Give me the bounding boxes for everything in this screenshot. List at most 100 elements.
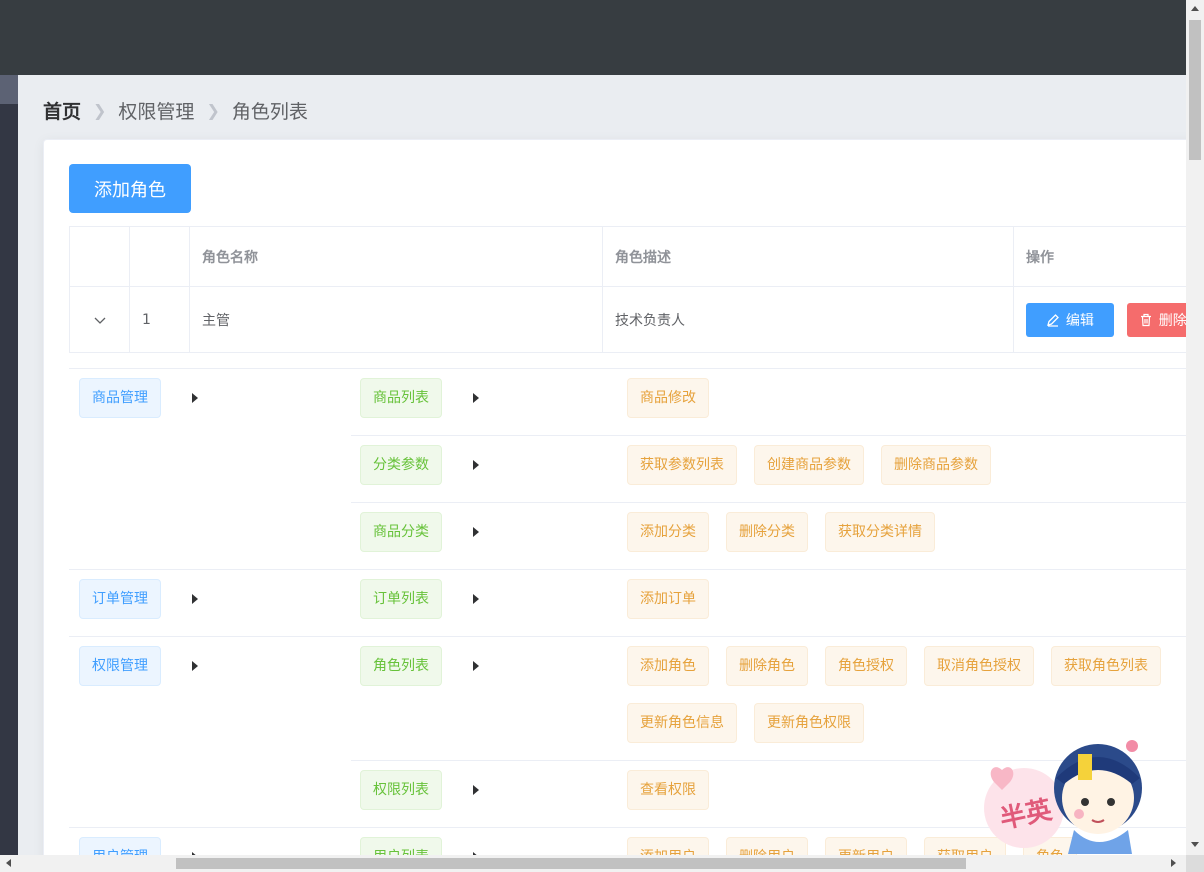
rights-level2-cell: 商品列表 [351, 369, 627, 435]
rights-level2-cell: 商品分类 [351, 503, 627, 569]
scroll-up-icon[interactable] [1191, 6, 1199, 11]
right-tag-level3[interactable]: 添加用户 [627, 837, 709, 855]
rights-level2-cell: 分类参数 [351, 436, 627, 502]
right-tag-level3[interactable]: 取消角色授权 [924, 646, 1034, 686]
rights-level2-cell: 用户列表 [351, 828, 627, 855]
chevron-down-icon[interactable] [93, 313, 107, 327]
right-tag-level3[interactable]: 添加订单 [627, 579, 709, 619]
caret-right-icon [473, 393, 479, 403]
expand-toggle[interactable] [70, 287, 130, 352]
caret-right-icon [473, 527, 479, 537]
right-tag-level2[interactable]: 角色列表 [360, 646, 442, 686]
right-tag-level2[interactable]: 商品列表 [360, 378, 442, 418]
rights-level2-row: 订单列表 添加订单 [351, 570, 1186, 636]
right-tag-level3[interactable]: 删除商品参数 [881, 445, 991, 485]
right-tag-level3[interactable]: 角色授权 [825, 646, 907, 686]
right-tag-level1[interactable]: 用户管理 [79, 837, 161, 855]
breadcrumb-rights: 权限管理 [118, 101, 195, 123]
scroll-down-icon[interactable] [1191, 842, 1199, 847]
right-tag-level2[interactable]: 权限列表 [360, 770, 442, 810]
rights-level1-cell: 权限管理 [69, 637, 351, 827]
header-index [130, 227, 190, 286]
rights-level2-group: 商品列表 商品修改 分类参数 获取参数列表 创建商品参数 删除商品参数 商品分类 添加分类 删除… [351, 369, 1186, 569]
caret-right-icon [192, 594, 198, 604]
rights-level1-row: 商品管理 商品列表 商品修改分类参数 获取参数列表 创建商品参数 删除商品参数商品分类 添加… [69, 368, 1186, 569]
row-role-desc: 技术负责人 [603, 287, 1014, 352]
delete-label: 删除 [1158, 312, 1186, 329]
breadcrumb: 首页 ❯ 权限管理 ❯ 角色列表 [43, 97, 308, 124]
right-tag-level3[interactable]: 删除分类 [726, 512, 808, 552]
row-index: 1 [130, 287, 190, 352]
scroll-corner [1186, 855, 1204, 872]
scroll-right-icon[interactable] [1171, 859, 1176, 867]
rights-level2-row: 商品列表 商品修改 [351, 369, 1186, 435]
delete-button[interactable]: 删除 [1126, 302, 1186, 337]
rights-level3-cell: 商品修改 [627, 369, 1186, 435]
chevron-right-icon: ❯ [93, 101, 107, 120]
edit-icon [1046, 313, 1059, 327]
table-row: 1 主管 技术负责人 编辑 删除 [70, 287, 1186, 353]
rights-level2-row: 分类参数 获取参数列表 创建商品参数 删除商品参数 [351, 435, 1186, 502]
table-header: 角色名称 角色描述 操作 [70, 227, 1186, 287]
right-tag-level3[interactable]: 商品修改 [627, 378, 709, 418]
right-tag-level3[interactable]: 添加角色 [627, 646, 709, 686]
roles-table: 角色名称 角色描述 操作 1 主管 技术负责人 编辑 删除 [69, 226, 1186, 353]
scroll-thumb[interactable] [1189, 20, 1201, 160]
right-tag-level3[interactable]: 获取角色列表 [1051, 646, 1161, 686]
edit-label: 编辑 [1065, 312, 1094, 329]
trash-icon [1140, 313, 1151, 326]
add-role-button[interactable]: 添加角色 [69, 164, 191, 213]
mascot-watermark: 半英 [984, 740, 1142, 854]
right-tag-level2[interactable]: 订单列表 [360, 579, 442, 619]
horizontal-scrollbar[interactable] [0, 855, 1186, 872]
row-actions: 编辑 删除 [1014, 287, 1186, 352]
caret-right-icon [192, 661, 198, 671]
right-tag-level1[interactable]: 订单管理 [79, 579, 161, 619]
caret-right-icon [473, 785, 479, 795]
row-role-name: 主管 [190, 287, 603, 352]
caret-right-icon [473, 594, 479, 604]
rights-level1-row: 订单管理 订单列表 添加订单 [69, 569, 1186, 636]
chevron-right-icon: ❯ [206, 101, 220, 120]
right-tag-level3[interactable]: 更新角色信息 [627, 703, 737, 743]
right-tag-level1[interactable]: 权限管理 [79, 646, 161, 686]
header-actions: 操作 [1014, 227, 1186, 286]
sidebar [0, 75, 18, 855]
right-tag-level3[interactable]: 创建商品参数 [754, 445, 864, 485]
rights-level1-cell: 订单管理 [69, 570, 351, 636]
breadcrumb-roles: 角色列表 [231, 101, 308, 123]
right-tag-level1[interactable]: 商品管理 [79, 378, 161, 418]
rights-level1-cell: 用户管理 [69, 828, 351, 855]
rights-level3-cell: 获取参数列表 创建商品参数 删除商品参数 [627, 436, 1186, 502]
rights-level2-cell: 角色列表 [351, 637, 627, 760]
rights-level2-cell: 订单列表 [351, 570, 627, 636]
right-tag-level3[interactable]: 删除用户 [726, 837, 808, 855]
app-header [0, 0, 1186, 75]
caret-right-icon [473, 460, 479, 470]
rights-level2-cell: 权限列表 [351, 761, 627, 827]
header-role-desc: 角色描述 [603, 227, 1014, 286]
rights-level2-group: 订单列表 添加订单 [351, 570, 1186, 636]
rights-level3-cell: 添加分类 删除分类 获取分类详情 [627, 503, 1186, 569]
breadcrumb-home[interactable]: 首页 [43, 97, 81, 124]
header-expand [70, 227, 130, 286]
sidebar-active-item[interactable] [0, 75, 18, 104]
header-role-name: 角色名称 [190, 227, 603, 286]
edit-button[interactable]: 编辑 [1026, 302, 1114, 337]
right-tag-level3[interactable]: 删除角色 [726, 646, 808, 686]
scroll-thumb-horizontal[interactable] [176, 858, 966, 869]
right-tag-level2[interactable]: 分类参数 [360, 445, 442, 485]
rights-level1-cell: 商品管理 [69, 369, 351, 569]
right-tag-level3[interactable]: 查看权限 [627, 770, 709, 810]
right-tag-level3[interactable]: 添加分类 [627, 512, 709, 552]
right-tag-level3[interactable]: 获取参数列表 [627, 445, 737, 485]
rights-level3-cell: 添加订单 [627, 570, 1186, 636]
right-tag-level3[interactable]: 获取分类详情 [825, 512, 935, 552]
right-tag-level3[interactable]: 更新角色权限 [754, 703, 864, 743]
right-tag-level2[interactable]: 商品分类 [360, 512, 442, 552]
caret-right-icon [473, 661, 479, 671]
right-tag-level2[interactable]: 用户列表 [360, 837, 442, 855]
right-tag-level3[interactable]: 更新用户 [825, 837, 907, 855]
vertical-scrollbar[interactable] [1186, 0, 1204, 855]
scroll-left-icon[interactable] [6, 859, 11, 867]
